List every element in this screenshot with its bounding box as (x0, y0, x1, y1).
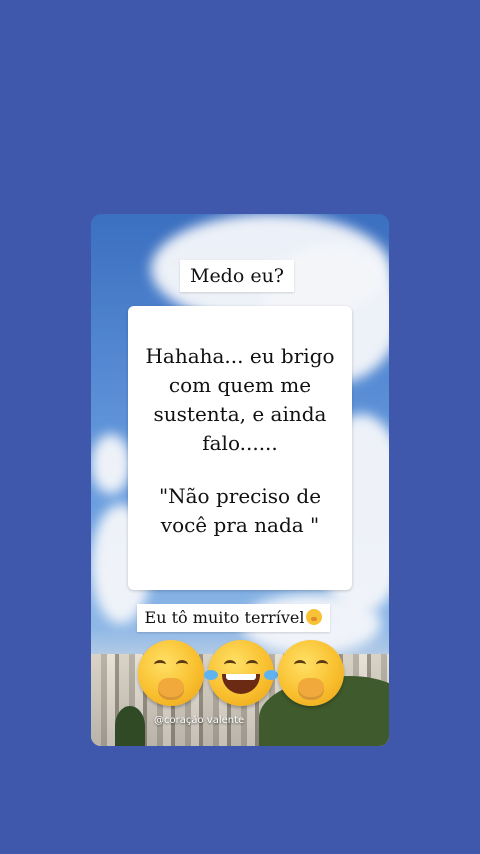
main-text-box: Hahaha... eu brigo com quem me sustenta,… (128, 306, 352, 590)
hand-over-mouth-emoji-icon (138, 640, 204, 706)
tears-of-joy-emoji-icon (204, 640, 278, 706)
bottom-label: Eu tô muito terrível (137, 604, 330, 632)
cloud (91, 434, 131, 494)
tree (115, 706, 145, 746)
credit-watermark: @coração valente (154, 715, 245, 726)
title-label: Medo eu? (180, 260, 294, 292)
main-text-paragraph-1: Hahaha... eu brigo com quem me sustenta,… (145, 344, 335, 455)
hand-over-mouth-icon (306, 609, 323, 625)
hand-over-mouth-emoji-icon (278, 640, 344, 706)
bottom-label-text: Eu tô muito terrível (144, 608, 305, 627)
emoji-row (138, 640, 348, 712)
main-text-paragraph-2: "Não preciso de você pra nada " (158, 484, 322, 537)
